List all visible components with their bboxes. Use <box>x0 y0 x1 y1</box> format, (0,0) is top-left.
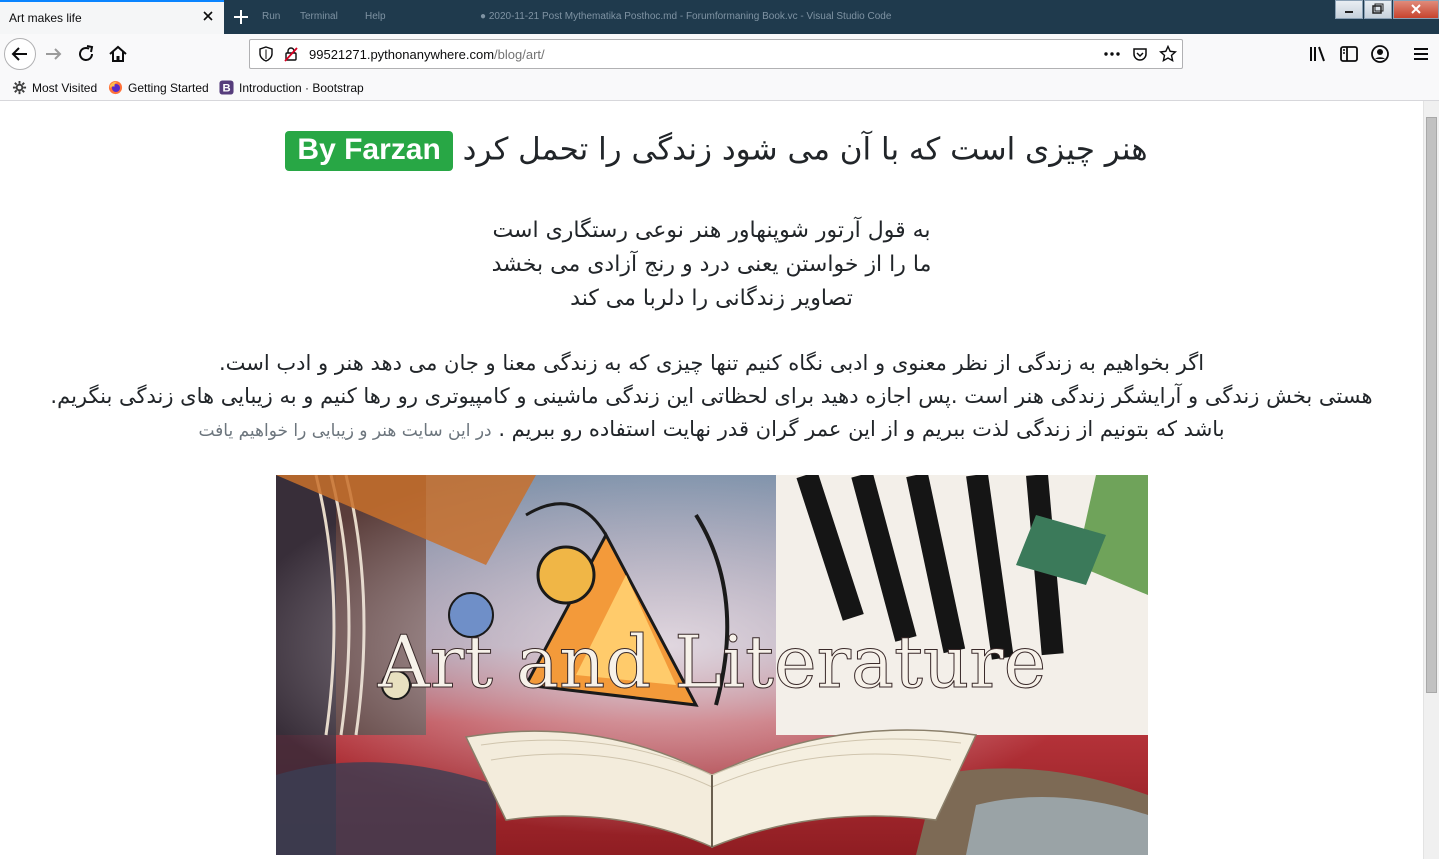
reload-icon[interactable] <box>74 42 98 66</box>
title-bar: Art makes life Run Terminal Help ● 2020-… <box>0 0 1439 34</box>
gear-icon <box>12 80 27 95</box>
poem-line: به قول آرتور شوپنهاور هنر نوعی رستگاری ا… <box>492 218 931 243</box>
back-arrow-icon <box>11 47 27 61</box>
bookmark-label: Most Visited <box>32 80 98 95</box>
navigation-toolbar: 99521271.pythonanywhere.com/blog/art/ <box>0 34 1439 74</box>
bookmark-label: Introduction · Bootstrap <box>239 80 364 95</box>
library-icon[interactable] <box>1306 42 1330 66</box>
scrollbar-thumb[interactable] <box>1426 117 1437 693</box>
restore-button[interactable] <box>1364 0 1392 19</box>
page-heading: هنر چیزی است که با آن می شود زندگی را تح… <box>0 131 1423 171</box>
shield-icon[interactable] <box>258 46 274 62</box>
intro-paragraph: اگر بخواهیم به زندگی از نظر معنوی و ادبی… <box>0 347 1423 448</box>
paragraph-line: هستی بخش زندگی و آرایشگر زندگی هنر است .… <box>50 384 1373 408</box>
url-bar[interactable]: 99521271.pythonanywhere.com/blog/art/ <box>249 39 1183 69</box>
url-host: 99521271.pythonanywhere.com <box>309 47 495 62</box>
minimize-button[interactable] <box>1335 0 1363 19</box>
tab-title: Art makes life <box>9 11 82 25</box>
menu-icon[interactable] <box>1409 42 1433 66</box>
bookmarks-toolbar: Most Visited Getting Started B Introduct… <box>0 74 1439 101</box>
window-controls <box>1334 0 1439 20</box>
paragraph-line-last: باشد که بتونیم از زندگی لذت ببریم و از ا… <box>0 413 1423 448</box>
url-path: /blog/art/ <box>494 47 545 62</box>
bootstrap-icon: B <box>219 80 234 95</box>
page-viewport: هنر چیزی است که با آن می شود زندگی را تح… <box>0 101 1423 859</box>
bg-window-title: ● 2020-11-21 Post Mythematika Posthoc.md… <box>480 11 892 22</box>
back-button[interactable] <box>4 38 36 70</box>
new-tab-icon[interactable] <box>229 5 253 29</box>
bookmark-star-icon[interactable] <box>1159 45 1177 63</box>
art-and-literature-image: Art and Literature <box>276 475 1148 855</box>
bg-menu-run: Run <box>262 11 281 22</box>
paragraph-line: اگر بخواهیم به زندگی از نظر معنوی و ادبی… <box>218 351 1205 375</box>
home-icon[interactable] <box>106 42 130 66</box>
url-text[interactable]: 99521271.pythonanywhere.com/blog/art/ <box>309 47 545 62</box>
sidebar-icon[interactable] <box>1337 42 1361 66</box>
author-badge: By Farzan <box>285 131 453 171</box>
page-actions-icon[interactable] <box>1103 46 1121 62</box>
image-caption: Art and Literature <box>377 620 1047 704</box>
bookmark-label: Getting Started <box>128 80 209 95</box>
restore-icon <box>1372 3 1384 14</box>
close-window-icon <box>1411 4 1421 14</box>
minimize-icon <box>1345 11 1353 13</box>
account-icon[interactable] <box>1368 42 1392 66</box>
paragraph-line: باشد که بتونیم از زندگی لذت ببریم و از ا… <box>498 417 1225 441</box>
insecure-lock-icon[interactable] <box>283 46 299 62</box>
pocket-icon[interactable] <box>1132 46 1148 62</box>
bg-menu-terminal: Terminal <box>300 11 338 22</box>
close-window-button[interactable] <box>1393 0 1439 19</box>
bookmark-introduction-bootstrap[interactable]: B Introduction · Bootstrap <box>219 80 364 95</box>
svg-text:B: B <box>222 83 230 95</box>
close-tab-icon[interactable] <box>200 8 216 24</box>
bookmark-getting-started[interactable]: Getting Started <box>108 80 209 95</box>
forward-arrow-icon[interactable] <box>42 42 66 66</box>
firefox-icon <box>108 80 123 95</box>
poem-line: ما را از خواستن یعنی درد و رنج آزادی می … <box>491 252 932 277</box>
muted-note: در این سایت هنر و زیبایی را خواهیم یافت <box>198 421 492 441</box>
bookmark-most-visited[interactable]: Most Visited <box>12 80 97 95</box>
poem-block: به قول آرتور شوپنهاور هنر نوعی رستگاری ا… <box>0 214 1423 316</box>
browser-tab-active[interactable]: Art makes life <box>0 0 224 34</box>
poem-line: تصاویر زندگانی را دلربا می کند <box>570 286 853 311</box>
bg-menu-help: Help <box>365 11 386 22</box>
heading-text: هنر چیزی است که با آن می شود زندگی را تح… <box>462 131 1148 168</box>
page-scrollbar[interactable] <box>1423 101 1439 859</box>
